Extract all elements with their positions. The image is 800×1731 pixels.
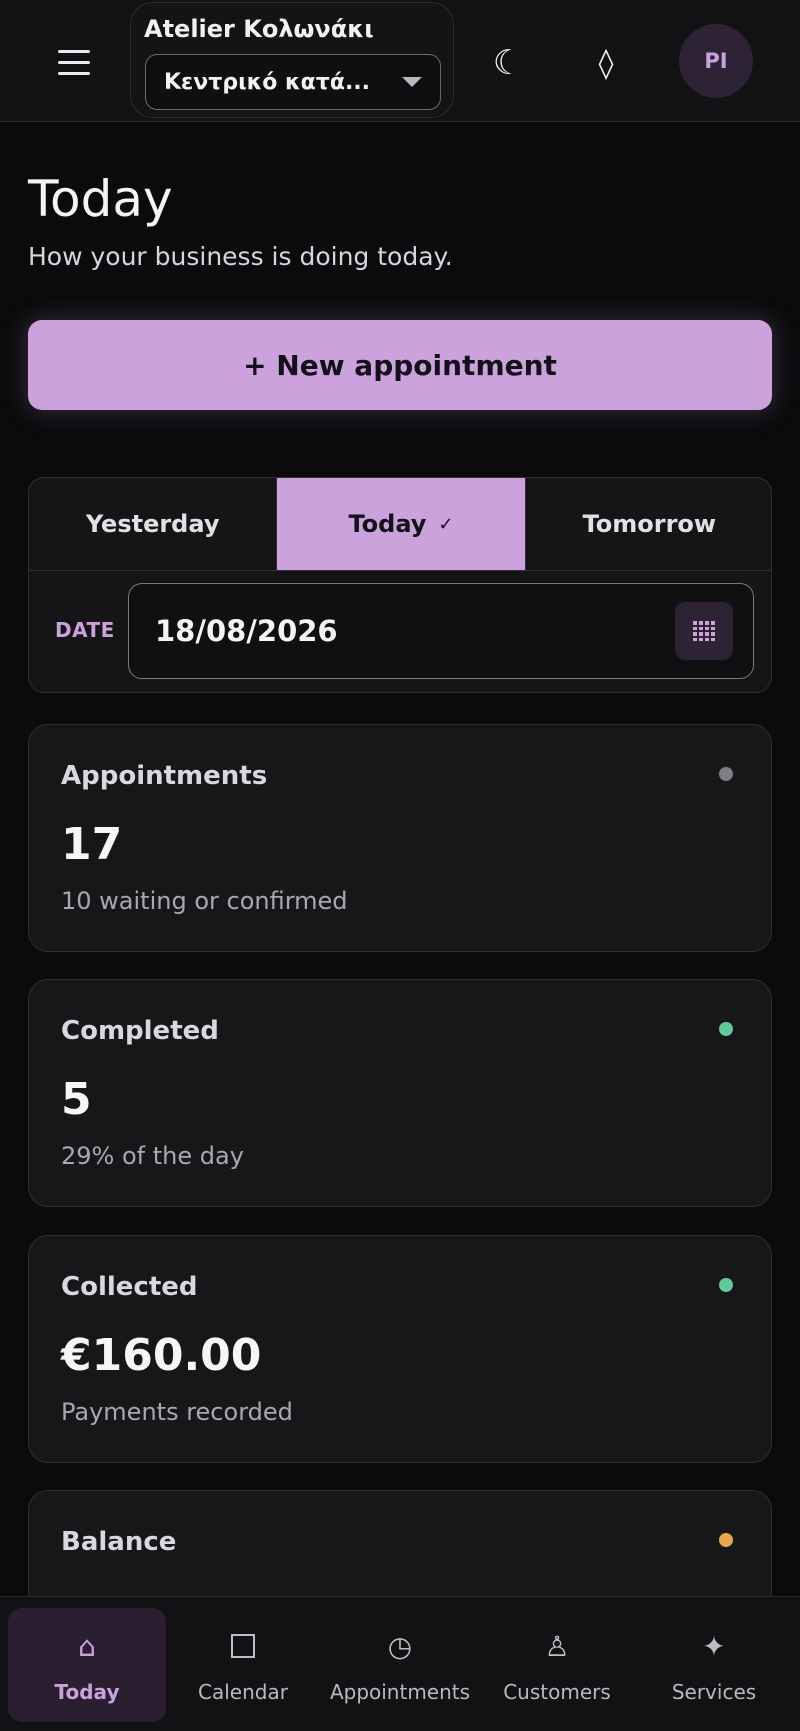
- calendar-square-icon: [231, 1626, 255, 1666]
- nav-label: Today: [54, 1680, 120, 1704]
- clock-icon: ◷: [387, 1629, 413, 1663]
- stat-card-completed: Completed 5 29% of the day: [28, 979, 772, 1207]
- tab-label: Today: [348, 510, 427, 538]
- date-label: DATE: [55, 618, 115, 642]
- branch-select-value: Κεντρικό κατά...: [164, 69, 371, 95]
- date-value: 18/08/2026: [155, 614, 338, 648]
- nav-label: Customers: [503, 1680, 611, 1704]
- status-dot: [719, 1533, 733, 1547]
- stat-label: Collected: [61, 1272, 198, 1302]
- tab-label: Tomorrow: [582, 510, 717, 538]
- stat-label: Appointments: [61, 761, 268, 791]
- page-subtitle: How your business is doing today.: [28, 242, 453, 271]
- tab-tomorrow[interactable]: Tomorrow: [526, 478, 771, 570]
- tab-today[interactable]: Today ✓: [277, 478, 526, 570]
- page-title: Today: [28, 170, 173, 228]
- business-switcher: Atelier Κολωνάκι Κεντρικό κατά...: [130, 2, 454, 118]
- branch-select[interactable]: Κεντρικό κατά...: [145, 54, 441, 110]
- tab-yesterday[interactable]: Yesterday: [29, 478, 278, 570]
- new-appointment-button[interactable]: + New appointment: [28, 320, 772, 410]
- status-dot: [719, 1278, 733, 1292]
- nav-item-customers[interactable]: ♙ Customers: [478, 1608, 636, 1722]
- calendar-icon: [693, 621, 715, 641]
- date-input[interactable]: 18/08/2026: [128, 583, 754, 679]
- stat-card-appointments: Appointments 17 10 waiting or confirmed: [28, 724, 772, 952]
- avatar[interactable]: PI: [679, 24, 753, 98]
- chevron-down-icon: [402, 77, 422, 87]
- nav-label: Calendar: [198, 1680, 288, 1704]
- moon-icon[interactable]: ☾: [483, 38, 533, 88]
- stat-value: €160.00: [61, 1330, 262, 1381]
- nav-item-services[interactable]: ✦ Services: [635, 1608, 793, 1722]
- stat-value: 17: [61, 819, 123, 870]
- nav-label: Appointments: [329, 1680, 471, 1704]
- bottom-nav: ⌂ Today Calendar ◷ Appointments ♙ Custom…: [0, 1596, 800, 1731]
- business-name: Atelier Κολωνάκι: [144, 15, 374, 43]
- sparkle-icon: ✦: [702, 1629, 726, 1663]
- nav-item-appointments[interactable]: ◷ Appointments: [321, 1608, 479, 1722]
- menu-icon[interactable]: [50, 40, 98, 84]
- tab-label: Yesterday: [85, 510, 220, 538]
- diamond-icon[interactable]: ◊: [581, 38, 631, 88]
- status-dot: [719, 1022, 733, 1036]
- stat-value: 5: [61, 1074, 92, 1125]
- calendar-picker-button[interactable]: [675, 602, 733, 660]
- day-selector-card: Yesterday Today ✓ Tomorrow DATE 18/08/20…: [28, 477, 772, 693]
- stat-label: Balance: [61, 1527, 177, 1557]
- stat-label: Completed: [61, 1016, 219, 1046]
- nav-item-today[interactable]: ⌂ Today: [8, 1608, 166, 1722]
- nav-label: Services: [671, 1680, 757, 1704]
- top-header: Atelier Κολωνάκι Κεντρικό κατά... ☾ ◊ PI: [0, 0, 800, 122]
- stat-note: Payments recorded: [61, 1398, 293, 1426]
- checkmark-icon: ✓: [438, 513, 454, 535]
- home-icon: ⌂: [78, 1629, 96, 1663]
- customer-icon: ♙: [544, 1629, 570, 1663]
- nav-item-calendar[interactable]: Calendar: [164, 1608, 322, 1722]
- status-dot: [719, 767, 733, 781]
- app-screen: Atelier Κολωνάκι Κεντρικό κατά... ☾ ◊ PI…: [0, 0, 800, 1731]
- stat-note: 10 waiting or confirmed: [61, 887, 348, 915]
- stat-note: 29% of the day: [61, 1142, 244, 1170]
- day-tabs: Yesterday Today ✓ Tomorrow: [29, 478, 771, 571]
- stat-card-collected: Collected €160.00 Payments recorded: [28, 1235, 772, 1463]
